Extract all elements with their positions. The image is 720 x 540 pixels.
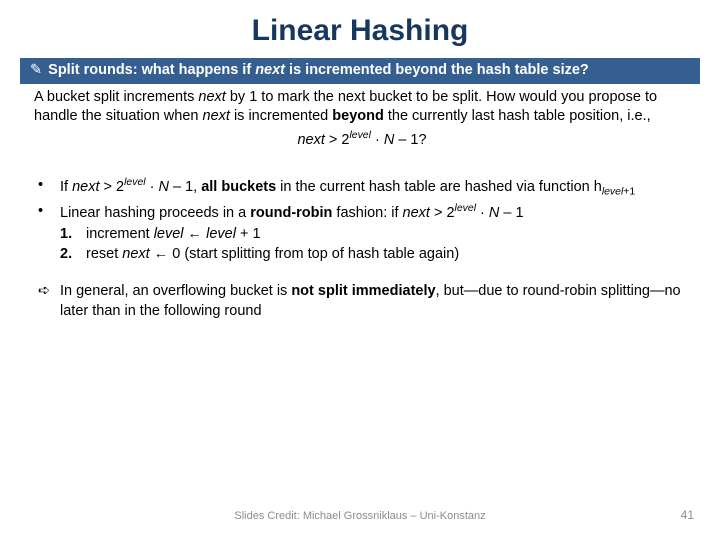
b2c: fashion: if	[332, 205, 402, 221]
b1-sup: level	[124, 177, 145, 188]
b1-next: next	[72, 179, 99, 195]
intro-t4: the currently last hash table position, …	[384, 108, 651, 124]
bullet-dot-icon: •	[38, 176, 60, 200]
ca: In general, an overflowing bucket is	[60, 283, 291, 299]
banner-text-1: Split rounds: what happens if	[48, 62, 255, 78]
bullet-1: • If next > 2level · N – 1, all buckets …	[38, 176, 690, 200]
banner-text-2: is incremented beyond the hash table siz…	[285, 62, 589, 78]
numbered-1: 1. increment level ← level + 1	[38, 225, 690, 245]
num-1-label: 1.	[60, 225, 86, 245]
page-title: Linear Hashing	[0, 0, 720, 58]
n1e: + 1	[236, 226, 261, 242]
b2-next: next	[403, 205, 430, 221]
n1d: level	[206, 226, 236, 242]
intro-next1: next	[198, 89, 225, 105]
pencil-icon: ✎	[30, 61, 42, 81]
cb: not split immediately	[291, 283, 435, 299]
n2a: reset	[86, 246, 122, 262]
bullet-2: • Linear hashing proceeds in a round-rob…	[38, 202, 690, 223]
b2-N: N	[489, 205, 499, 221]
b2d: > 2	[430, 205, 455, 221]
bullet-2-text: Linear hashing proceeds in a round-robin…	[60, 202, 524, 223]
f-dot: ·	[371, 132, 384, 148]
b1c: ·	[146, 179, 159, 195]
b1b: > 2	[100, 179, 125, 195]
banner-text-next: next	[255, 62, 285, 78]
page-number: 41	[681, 508, 694, 522]
b1a: If	[60, 179, 72, 195]
b1-N: N	[158, 179, 168, 195]
f-next: next	[297, 132, 324, 148]
intro-box: A bucket split increments next by 1 to m…	[20, 84, 700, 163]
b2b: round-robin	[250, 205, 332, 221]
arrow-icon: ➪	[38, 282, 60, 321]
b2a: Linear hashing proceeds in a	[60, 205, 250, 221]
conclusion: ➪ In general, an overflowing bucket is n…	[20, 264, 700, 321]
b2f: – 1	[499, 205, 523, 221]
content-area: ✎ Split rounds: what happens if next is i…	[0, 58, 720, 322]
n1c: ←	[184, 226, 207, 242]
b1-sub: level	[602, 187, 623, 198]
num-2-label: 2.	[60, 245, 86, 265]
n2c: ← 0 (start splitting from top of hash ta…	[150, 246, 459, 262]
numbered-2: 2. reset next ← 0 (start splitting from …	[38, 245, 690, 265]
n2b: next	[122, 246, 149, 262]
num-2-text: reset next ← 0 (start splitting from top…	[86, 245, 459, 265]
n1b: level	[154, 226, 184, 242]
b2e: ·	[476, 205, 489, 221]
intro-t1: A bucket split increments	[34, 89, 198, 105]
conclusion-text: In general, an overflowing bucket is not…	[60, 282, 690, 321]
bullet-list: • If next > 2level · N – 1, all buckets …	[20, 162, 700, 264]
b1f: in the current hash table are hashed via…	[276, 179, 602, 195]
n1a: increment	[86, 226, 154, 242]
b1g: +1	[623, 187, 635, 198]
num-1-text: increment level ← level + 1	[86, 225, 261, 245]
footer-credit: Slides Credit: Michael Grossniklaus – Un…	[0, 510, 720, 522]
intro-beyond: beyond	[332, 108, 384, 124]
intro-formula: next > 2level · N – 1?	[34, 129, 690, 150]
bullet-1-text: If next > 2level · N – 1, all buckets in…	[60, 176, 635, 200]
callout-banner: ✎ Split rounds: what happens if next is i…	[20, 58, 700, 84]
f-sup: level	[349, 130, 370, 141]
bullet-dot-icon: •	[38, 202, 60, 223]
intro-t3: is incremented	[230, 108, 332, 124]
f-N: N	[384, 132, 394, 148]
b1d: – 1,	[169, 179, 201, 195]
f-tail: – 1?	[394, 132, 426, 148]
b1e: all buckets	[201, 179, 276, 195]
intro-next2: next	[203, 108, 230, 124]
f-gt: > 2	[325, 132, 350, 148]
b2-sup: level	[455, 203, 476, 214]
